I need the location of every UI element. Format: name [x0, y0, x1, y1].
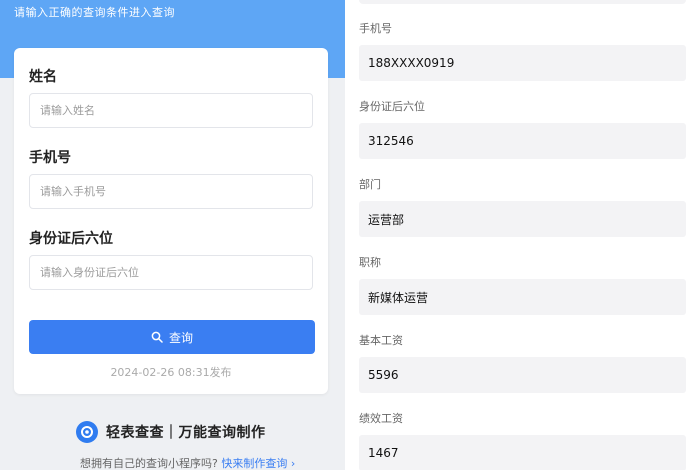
result-base-salary-field: 5596	[359, 357, 686, 393]
result-department-field: 运营部	[359, 201, 686, 237]
create-query-link[interactable]: 快来制作查询 ›	[221, 457, 295, 470]
name-label: 姓名	[29, 69, 57, 85]
phone-label: 手机号	[29, 150, 71, 166]
chevron-right-icon: ›	[290, 457, 296, 470]
search-icon	[151, 331, 163, 343]
result-department-label: 部门	[359, 178, 381, 191]
query-panel: 请输入正确的查询条件进入查询 姓名 手机号 身份证后六位 查询 2024-02-…	[0, 0, 345, 470]
result-panel: 手机号 188XXXX0919 身份证后六位 312546 部门 运营部 职称 …	[345, 0, 700, 470]
result-phone-field: 188XXXX0919	[359, 45, 686, 81]
result-phone-value: 188XXXX0919	[368, 56, 455, 70]
result-base-salary-value: 5596	[368, 368, 399, 382]
publish-date: 2024-02-26 08:31发布	[110, 366, 232, 379]
footer-text: 想拥有自己的查询小程序吗?	[80, 457, 218, 470]
result-id-last6-label: 身份证后六位	[359, 100, 425, 113]
name-input[interactable]	[29, 93, 313, 128]
result-id-last6-value: 312546	[368, 134, 414, 148]
search-button[interactable]: 查询	[29, 320, 315, 354]
result-performance-pay-field: 1467	[359, 435, 686, 470]
result-id-last6-field: 312546	[359, 123, 686, 159]
result-department-value: 运营部	[368, 212, 405, 227]
result-performance-pay-label: 绩效工资	[359, 412, 403, 425]
query-card: 姓名 手机号 身份证后六位 查询 2024-02-26 08:31发布	[14, 48, 328, 394]
result-title-label: 职称	[359, 256, 381, 269]
result-base-salary-label: 基本工资	[359, 334, 403, 347]
result-previous-field	[359, 0, 686, 4]
result-performance-pay-value: 1467	[368, 446, 399, 460]
phone-input[interactable]	[29, 174, 313, 209]
search-button-label: 查询	[168, 330, 193, 345]
id-last6-label: 身份证后六位	[29, 231, 113, 247]
brand-logo-icon	[76, 421, 98, 443]
brand-bar: 轻表查查｜万能查询制作	[76, 421, 266, 443]
footer-promo: 想拥有自己的查询小程序吗? 快来制作查询 ›	[80, 455, 295, 470]
result-phone-label: 手机号	[359, 22, 392, 35]
result-title-value: 新媒体运营	[368, 290, 429, 305]
result-title-field: 新媒体运营	[359, 279, 686, 315]
id-last6-input[interactable]	[29, 255, 313, 290]
brand-title: 轻表查查｜万能查询制作	[106, 425, 266, 441]
query-hint: 请输入正确的查询条件进入查询	[14, 6, 175, 19]
